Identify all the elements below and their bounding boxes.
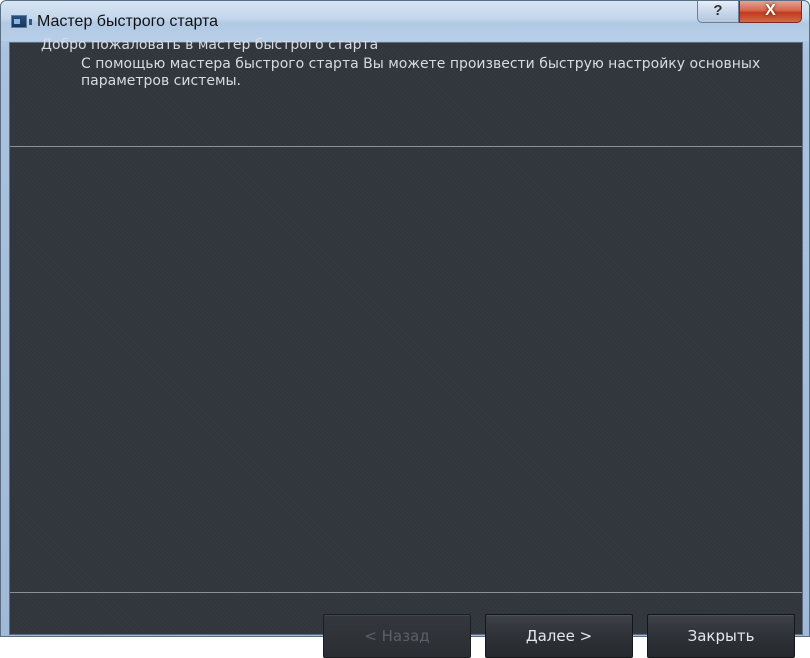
- back-button[interactable]: < Назад: [323, 614, 471, 658]
- wizard-client-area: < Назад Далее > Закрыть: [9, 42, 803, 658]
- welcome-title: Добро пожаловать в мастер быстрого старт…: [41, 37, 379, 53]
- app-window-icon: [11, 15, 32, 28]
- header-divider: [10, 146, 802, 147]
- title-bar[interactable]: Мастер быстрого старта ? X: [1, 1, 809, 41]
- footer-divider: [10, 592, 802, 593]
- window-title: Мастер быстрого старта: [37, 13, 219, 30]
- wizard-content-panel: [10, 147, 802, 593]
- welcome-description: С помощью мастера быстрого старта Вы мож…: [81, 56, 761, 89]
- close-window-button[interactable]: X: [739, 1, 802, 23]
- help-button[interactable]: ?: [697, 1, 739, 23]
- close-button[interactable]: Закрыть: [647, 614, 795, 658]
- wizard-window: Мастер быстрого старта ? X < Назад Далее…: [0, 0, 810, 658]
- next-button[interactable]: Далее >: [485, 614, 633, 658]
